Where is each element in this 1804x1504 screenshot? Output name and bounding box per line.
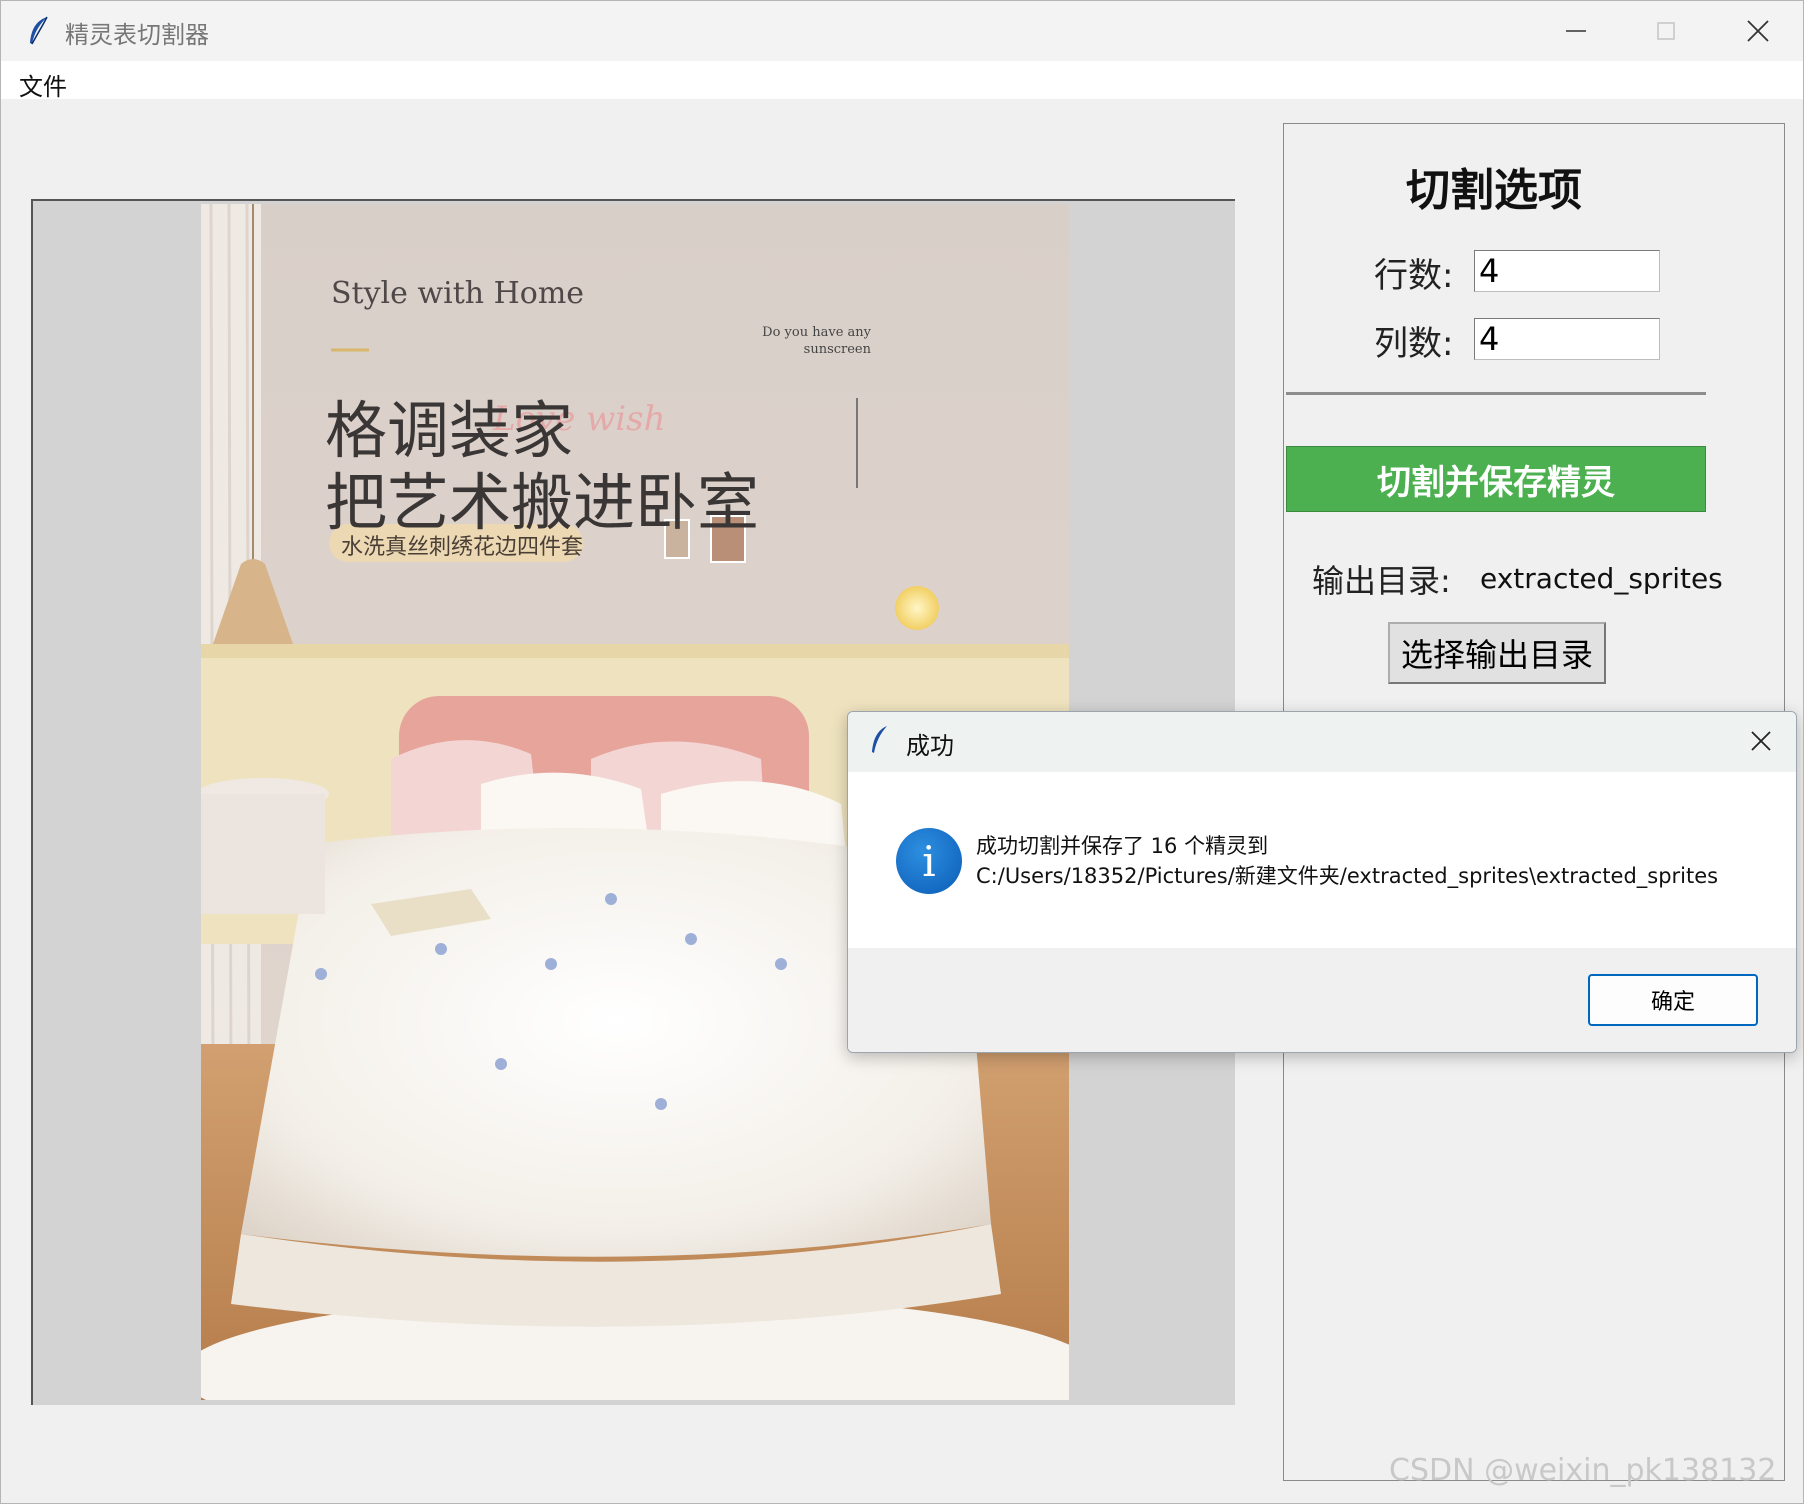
maximize-icon [1657,22,1675,40]
image-badge: 水洗真丝刺绣花边四件套 [341,535,584,560]
close-icon [1751,731,1771,751]
dialog-title: 成功 [906,732,954,760]
dialog-message-line2: C:/Users/18352/Pictures/新建文件夹/extracted_… [976,864,1719,888]
maximize-button[interactable] [1621,1,1711,61]
close-icon [1747,20,1769,42]
minimize-button[interactable] [1531,1,1621,61]
title-bar: 精灵表切割器 [1,1,1803,61]
dialog-close-button[interactable] [1726,712,1796,770]
output-dir-value: extracted_sprites [1480,562,1723,595]
rows-input[interactable] [1474,250,1660,292]
cut-save-button[interactable]: 切割并保存精灵 [1286,446,1706,512]
cols-label: 列数: [1374,324,1454,364]
feather-icon [30,16,48,45]
ok-button[interactable]: 确定 [1588,974,1758,1026]
image-headline-en: Style with Home [331,276,585,311]
dialog-body: i 成功切割并保存了 16 个精灵到 C:/Users/18352/Pictur… [848,772,1796,948]
dialog-message-line1: 成功切割并保存了 16 个精灵到 [976,834,1269,858]
app-window: 精灵表切割器 文件 Love wish Style with Home Do y… [0,0,1804,1504]
menu-file[interactable]: 文件 [19,67,67,102]
rows-label: 行数: [1374,256,1454,296]
dialog-title-bar: 成功 [848,712,1796,772]
image-tagline: Do you have any sunscreen [762,325,871,357]
choose-output-dir-button[interactable]: 选择输出目录 [1388,622,1606,684]
close-button[interactable] [1713,1,1803,61]
window-title: 精灵表切割器 [65,21,209,49]
panel-title: 切割选项 [1406,165,1582,216]
info-icon: i [896,828,962,894]
cols-input[interactable] [1474,318,1660,360]
separator [1286,392,1706,395]
success-dialog: 成功 i 成功切割并保存了 16 个精灵到 C:/Users/18352/Pic… [847,711,1797,1053]
output-dir-label: 输出目录: [1312,562,1451,600]
minimize-icon [1566,30,1586,32]
feather-icon [872,726,887,753]
dialog-footer: 确定 [848,948,1796,1052]
watermark: CSDN @weixin_pk138132 [1389,1453,1777,1488]
menu-bar: 文件 [1,61,1803,102]
